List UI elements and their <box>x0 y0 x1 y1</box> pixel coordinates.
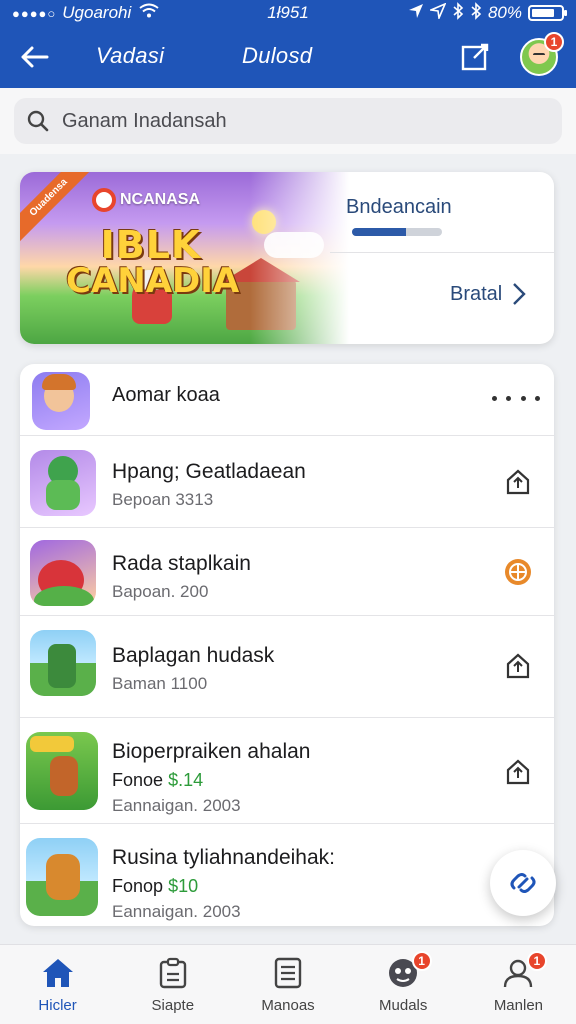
game-logo: IBLK CANADIA <box>66 223 240 301</box>
home-button[interactable] <box>500 754 536 790</box>
profile-notification-badge: 1 <box>544 32 564 52</box>
app-icon <box>30 630 96 696</box>
banner-link[interactable]: Bratal <box>450 282 526 306</box>
search-icon <box>14 98 62 144</box>
app-icon <box>30 450 96 516</box>
status-bar: ●●●●○ Ugoarohi 1ł951 80% <box>0 0 576 26</box>
search-input[interactable] <box>62 109 532 133</box>
app-price: Fonop $10 <box>112 876 198 897</box>
home-button[interactable] <box>500 464 536 500</box>
brand-logo-icon <box>92 188 116 212</box>
header-title-left[interactable]: Vadasi <box>96 43 164 69</box>
home-button[interactable] <box>500 648 536 684</box>
notification-badge: 1 <box>411 951 432 971</box>
app-title: Baplagan hudask <box>112 644 275 667</box>
list-item[interactable]: Hpang; Geatladaean Bepoan 3313 <box>20 436 554 528</box>
battery-icon <box>528 5 567 21</box>
carrier-name: Ugoarohi <box>62 3 132 22</box>
header-title-right[interactable]: Dulosd <box>242 43 312 69</box>
brand-name: NCANASA <box>120 191 200 208</box>
app-title: Rada staplkain <box>112 552 251 575</box>
location-icon <box>408 3 424 24</box>
app-icon <box>32 372 90 430</box>
bottom-tab-bar: Hicler Siapte Manoas Mudals 1 Manlen 1 <box>0 944 576 1024</box>
wifi-icon <box>139 3 159 23</box>
document-list-icon <box>270 955 306 991</box>
list-item[interactable]: Aomar koaa <box>20 364 554 436</box>
banner-title: Bndeancain <box>346 196 452 218</box>
floating-action-button[interactable] <box>490 850 556 916</box>
home-outline-icon <box>506 469 530 495</box>
tab-list[interactable]: Manoas <box>230 945 345 1024</box>
list-item[interactable]: Baplagan hudask Baman 1100 <box>20 616 554 718</box>
banner-link-label: Bratal <box>450 282 503 305</box>
price-amount: $.14 <box>168 770 204 790</box>
progress-circle-icon <box>505 559 531 585</box>
brand-row: NCANASA <box>92 188 200 212</box>
bluetooth-icon <box>452 1 464 25</box>
list-item[interactable]: Rada staplkain Bapoan. 200 <box>20 528 554 616</box>
app-title: Aomar koaa <box>112 384 220 406</box>
app-subtitle: Baman 1100 <box>112 674 208 693</box>
in-progress-button[interactable] <box>500 554 536 590</box>
app-price: Fonoe $.14 <box>112 770 203 791</box>
back-button[interactable] <box>16 40 52 74</box>
game-logo-line1: IBLK <box>100 223 202 267</box>
notification-badge: 1 <box>526 951 547 971</box>
home-icon <box>40 955 76 991</box>
home-outline-icon <box>506 759 530 785</box>
app-icon <box>26 732 98 810</box>
signal-dots-icon: ●●●●○ <box>12 5 57 21</box>
game-logo-line2: CANADIA <box>66 261 240 301</box>
app-subtitle: Eannaigan. 2003 <box>112 902 241 921</box>
tab-label: Manlen <box>493 997 544 1014</box>
app-header: Vadasi Dulosd 1 <box>0 26 576 88</box>
tab-label: Hicler <box>38 997 77 1014</box>
battery-percent: 80% <box>487 3 522 22</box>
compose-button[interactable] <box>458 40 492 74</box>
app-title: Rusina tyliahnandeihak: <box>112 846 335 869</box>
search-area <box>0 88 576 154</box>
link-icon <box>510 873 536 893</box>
search-box[interactable] <box>14 98 562 144</box>
list-item[interactable]: Bioperpraiken ahalan Fonoe $.14 Eannaiga… <box>20 718 554 824</box>
tab-home[interactable]: Hicler <box>0 945 115 1024</box>
tab-media[interactable]: Mudals 1 <box>346 945 461 1024</box>
compose-icon <box>461 43 489 71</box>
app-list: Aomar koaa Hpang; Geatladaean Bepoan 331… <box>20 364 554 926</box>
navigation-icon <box>428 1 447 24</box>
app-icon <box>30 540 96 606</box>
tab-profile[interactable]: Manlen 1 <box>461 945 576 1024</box>
chevron-right-icon <box>513 283 526 305</box>
more-options-button[interactable] <box>490 386 542 410</box>
tab-clipboard[interactable]: Siapte <box>115 945 230 1024</box>
app-title: Bioperpraiken ahalan <box>112 740 311 763</box>
list-item[interactable]: Rusina tyliahnandeihak: Fonop $10 Eannai… <box>20 824 554 926</box>
price-label: Fonoe <box>112 770 164 790</box>
bluetooth-icon <box>470 1 482 25</box>
featured-banner[interactable]: NCANASA IBLK CANADIA Ouadensa <box>20 172 554 344</box>
back-arrow-icon <box>21 46 49 68</box>
app-subtitle: Bapoan. 200 <box>112 582 209 601</box>
price-amount: $10 <box>168 876 199 896</box>
tab-label: Siapte <box>151 997 195 1014</box>
tab-label: Manoas <box>261 997 315 1014</box>
home-outline-icon <box>506 653 530 679</box>
app-subtitle: Eannaigan. 2003 <box>112 796 241 815</box>
banner-divider <box>330 252 554 253</box>
tab-label: Mudals <box>379 997 428 1014</box>
app-icon <box>26 838 98 916</box>
clipboard-icon <box>155 955 191 991</box>
app-subtitle: Bepoan 3313 <box>112 490 214 509</box>
banner-progress-bar <box>352 228 442 236</box>
price-label: Fonop <box>112 876 164 896</box>
app-title: Hpang; Geatladaean <box>112 460 306 483</box>
